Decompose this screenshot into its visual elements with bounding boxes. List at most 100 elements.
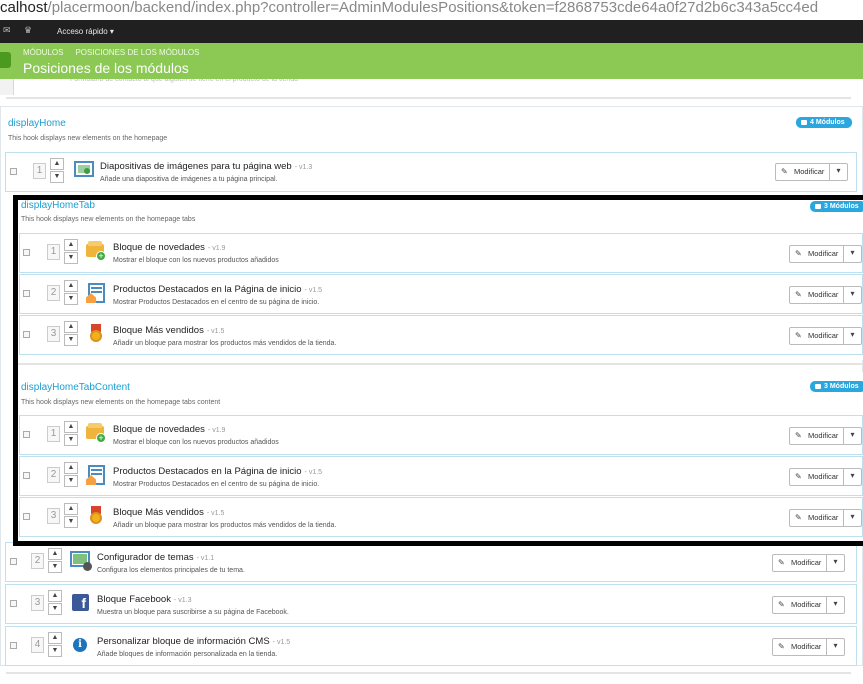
- modify-button[interactable]: ✎ Modificar: [772, 638, 827, 656]
- hook-description: This hook displays new elements on the h…: [21, 399, 221, 406]
- position-number: 4: [31, 637, 44, 653]
- move-up-button[interactable]: ▲: [48, 632, 62, 644]
- pencil-icon: ✎: [795, 513, 802, 522]
- dropdown-toggle-button[interactable]: ▾: [830, 163, 848, 181]
- position-number: 1: [33, 163, 46, 179]
- module-version: - v1.9: [207, 245, 226, 252]
- module-checkbox[interactable]: [23, 331, 30, 338]
- info-icon: i: [70, 635, 90, 655]
- mail-icon[interactable]: ✉: [3, 26, 11, 35]
- move-down-button[interactable]: ▼: [48, 645, 62, 657]
- move-up-button[interactable]: ▲: [48, 590, 62, 602]
- modify-button[interactable]: ✎ Modificar: [789, 286, 844, 304]
- module-name-row: Personalizar bloque de información CMS - …: [97, 636, 290, 647]
- move-down-button[interactable]: ▼: [64, 434, 78, 446]
- new-products-icon: +: [86, 241, 106, 261]
- module-checkbox[interactable]: [23, 431, 30, 438]
- dropdown-toggle-button[interactable]: ▾: [844, 286, 862, 304]
- modify-label: Modificar: [808, 431, 839, 440]
- dropdown-toggle-button[interactable]: ▾: [827, 638, 845, 656]
- move-down-button[interactable]: ▼: [64, 516, 78, 528]
- modify-button[interactable]: ✎ Modificar: [789, 327, 844, 345]
- module-name-row: Bloque Más vendidos - v1.5: [113, 325, 224, 336]
- move-down-button[interactable]: ▼: [64, 252, 78, 264]
- module-count-label: 4 Módulos: [810, 119, 845, 126]
- modify-button[interactable]: ✎ Modificar: [772, 554, 827, 572]
- module-description: Mostrar el bloque con los nuevos product…: [113, 439, 279, 446]
- move-up-button[interactable]: ▲: [64, 462, 78, 474]
- module-count-icon: [815, 204, 821, 209]
- module-checkbox[interactable]: [10, 642, 17, 649]
- breadcrumb-modules[interactable]: MÓDULOS: [23, 48, 63, 57]
- modify-button[interactable]: ✎ Modificar: [789, 427, 844, 445]
- move-down-button[interactable]: ▼: [48, 603, 62, 615]
- pencil-icon: ✎: [795, 431, 802, 440]
- module-description: Muestra un bloque para suscribirse a su …: [97, 609, 289, 616]
- slideshow-icon: [74, 160, 94, 180]
- module-version: - v1.5: [272, 639, 291, 646]
- move-up-button[interactable]: ▲: [64, 421, 78, 433]
- module-version: - v1.5: [304, 469, 323, 476]
- module-description: Configura los elementos principales de t…: [97, 567, 245, 574]
- address-bar[interactable]: calhost/placermoon/backend/index.php?con…: [0, 0, 863, 20]
- module-version: - v1.3: [294, 164, 313, 171]
- page-header: MÓDULOS POSICIONES DE LOS MÓDULOS Posicio…: [0, 43, 863, 79]
- module-checkbox[interactable]: [23, 513, 30, 520]
- dropdown-toggle-button[interactable]: ▾: [844, 468, 862, 486]
- module-row: 3 ▲ ▼ f Bloque Facebook - v1.3 Muestra un…: [5, 584, 857, 624]
- trophy-icon[interactable]: ♛: [24, 26, 32, 35]
- new-products-icon: +: [86, 423, 106, 443]
- modify-button[interactable]: ✎ Modificar: [789, 509, 844, 527]
- dropdown-toggle-button[interactable]: ▾: [844, 327, 862, 345]
- move-up-button[interactable]: ▲: [64, 321, 78, 333]
- module-checkbox[interactable]: [23, 290, 30, 297]
- move-up-button[interactable]: ▲: [64, 280, 78, 292]
- move-down-button[interactable]: ▼: [64, 475, 78, 487]
- move-up-button[interactable]: ▲: [50, 158, 64, 170]
- move-up-button[interactable]: ▲: [64, 239, 78, 251]
- module-count-icon: [815, 384, 821, 389]
- move-up-button[interactable]: ▲: [64, 503, 78, 515]
- module-row: 2 ▲ ▼ Configurador de temas - v1.1 Config…: [5, 542, 857, 582]
- module-checkbox[interactable]: [23, 472, 30, 479]
- module-checkbox[interactable]: [10, 600, 17, 607]
- pencil-icon: ✎: [778, 600, 785, 609]
- move-down-button[interactable]: ▼: [48, 561, 62, 573]
- module-row: 1 ▲ ▼ + Bloque de novedades - v1.9 Mostra…: [19, 233, 863, 273]
- dropdown-toggle-button[interactable]: ▾: [844, 427, 862, 445]
- move-down-button[interactable]: ▼: [64, 293, 78, 305]
- previous-module-description: Formulario de contacto al que alguien se…: [70, 79, 299, 83]
- module-description: Añade una diapositiva de imágenes a tu p…: [100, 176, 278, 183]
- quick-access-menu[interactable]: Acceso rápido ▾: [57, 27, 114, 36]
- modify-button[interactable]: ✎ Modificar: [789, 245, 844, 263]
- position-number: 2: [47, 285, 60, 301]
- dropdown-toggle-button[interactable]: ▾: [827, 554, 845, 572]
- module-name: Bloque de novedades: [113, 242, 205, 253]
- breadcrumb-positions[interactable]: POSICIONES DE LOS MÓDULOS: [75, 48, 199, 57]
- move-up-button[interactable]: ▲: [48, 548, 62, 560]
- pencil-icon: ✎: [795, 290, 802, 299]
- modify-button[interactable]: ✎ Modificar: [789, 468, 844, 486]
- module-name-row: Productos Destacados en la Página de ini…: [113, 466, 322, 477]
- module-name: Bloque de novedades: [113, 424, 205, 435]
- puzzle-icon: [0, 52, 11, 68]
- module-checkbox[interactable]: [23, 249, 30, 256]
- modify-label: Modificar: [791, 600, 822, 609]
- module-checkbox[interactable]: [10, 558, 17, 565]
- admin-topbar: ✉ ♛ Acceso rápido ▾: [0, 20, 863, 43]
- module-name: Bloque Más vendidos: [113, 507, 204, 518]
- module-name-row: Configurador de temas - v1.1: [97, 552, 214, 563]
- modify-button[interactable]: ✎ Modificar: [772, 596, 827, 614]
- move-down-button[interactable]: ▼: [50, 171, 64, 183]
- move-down-button[interactable]: ▼: [64, 334, 78, 346]
- modify-label: Modificar: [808, 331, 839, 340]
- module-name-row: Bloque de novedades - v1.9: [113, 242, 225, 253]
- dropdown-toggle-button[interactable]: ▾: [844, 509, 862, 527]
- module-checkbox[interactable]: [10, 168, 17, 175]
- position-number: 2: [31, 553, 44, 569]
- dropdown-toggle-button[interactable]: ▾: [827, 596, 845, 614]
- hook-title: displayHomeTab: [21, 200, 95, 211]
- dropdown-toggle-button[interactable]: ▾: [844, 245, 862, 263]
- module-description: Mostrar Productos Destacados en el centr…: [113, 481, 320, 488]
- modify-button[interactable]: ✎ Modificar: [775, 163, 830, 181]
